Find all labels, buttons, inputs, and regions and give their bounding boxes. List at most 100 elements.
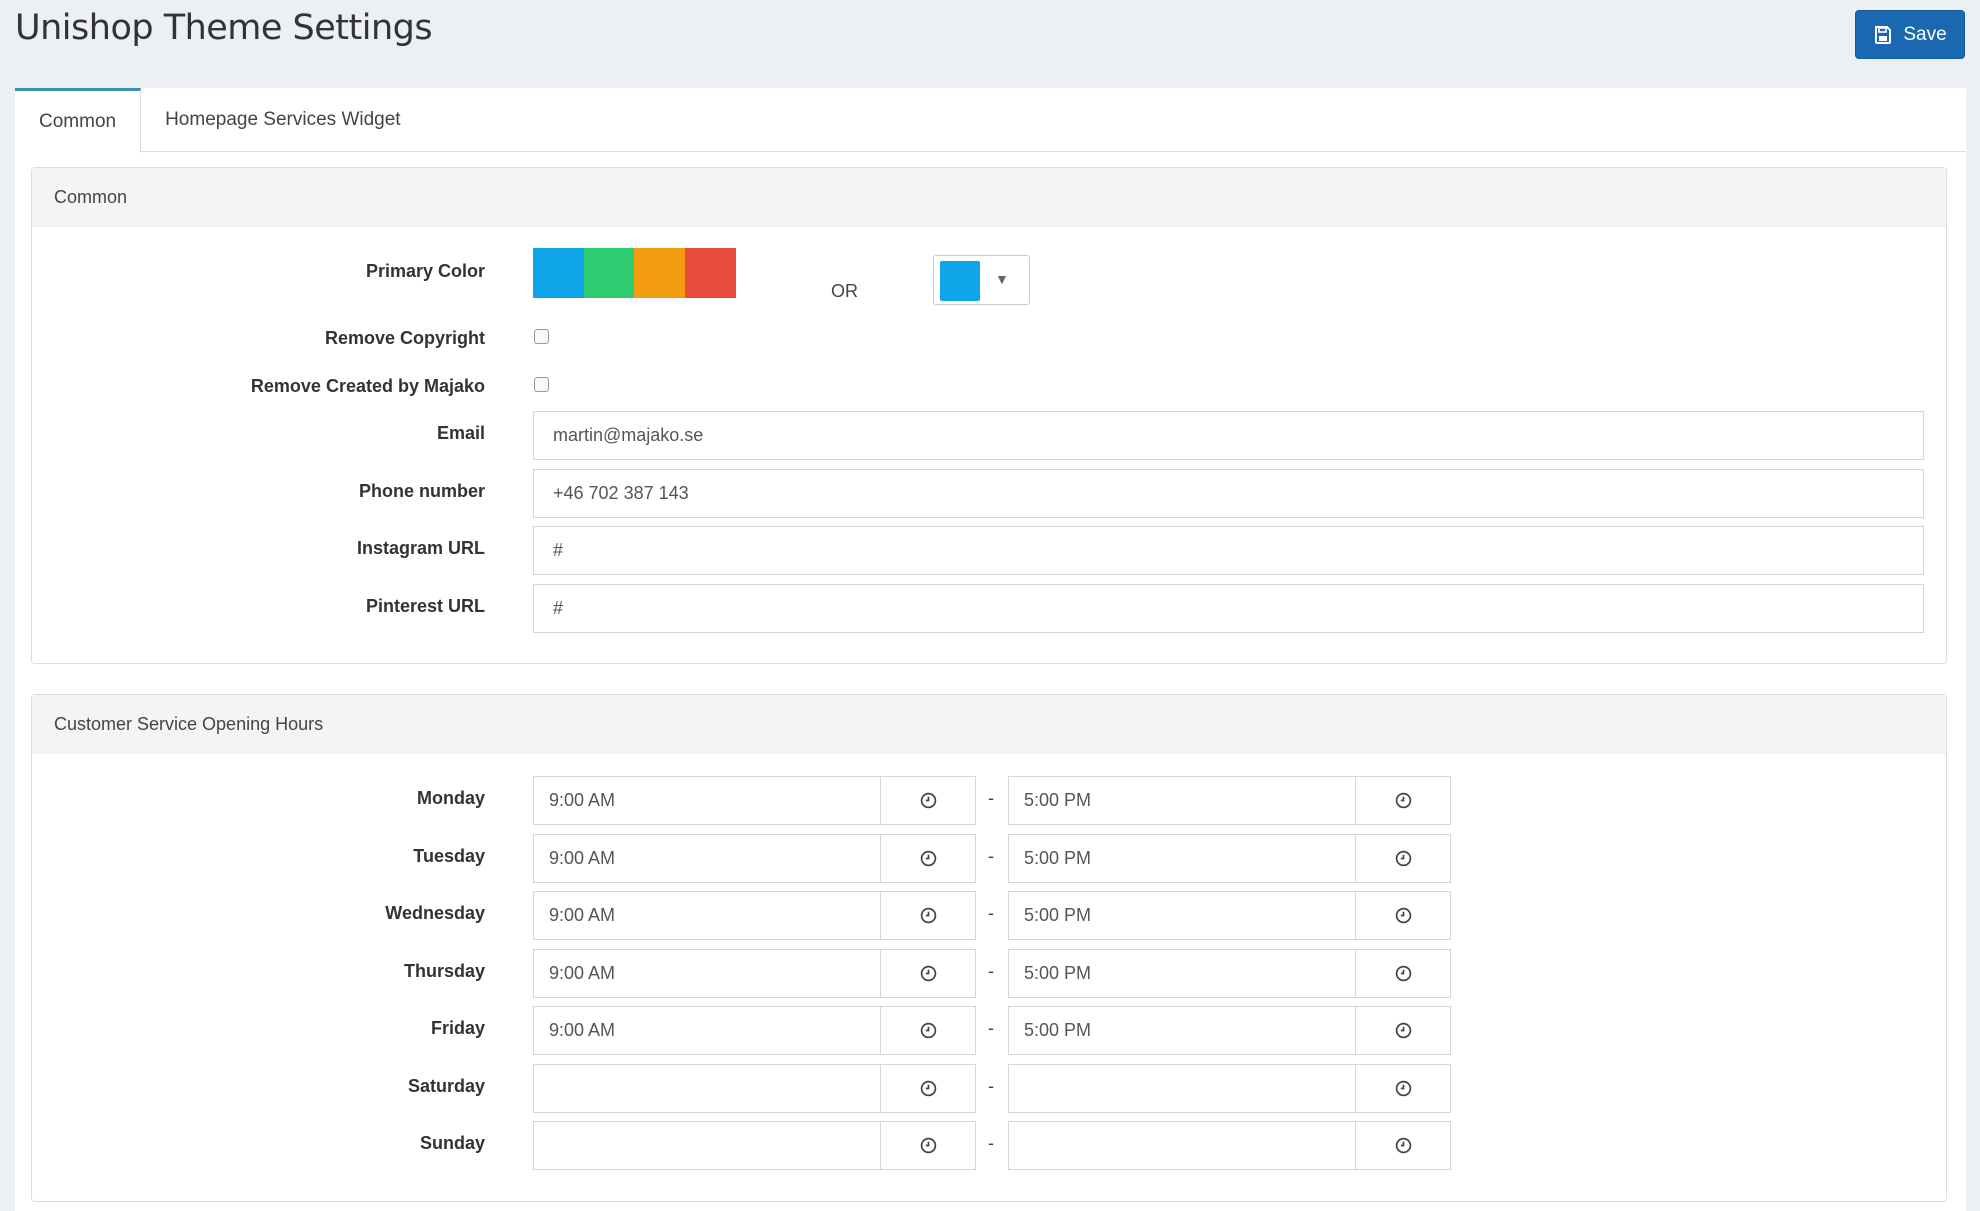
tab-common[interactable]: Common	[15, 88, 142, 153]
close-time-picker-button[interactable]	[1355, 777, 1450, 824]
close-time-value: 5:00 PM	[1024, 1020, 1092, 1040]
opening-hours-row: Friday 9:00 AM - 5:00 PM	[32, 1006, 1946, 1055]
close-time-input[interactable]: 5:00 PM	[1008, 948, 1451, 998]
opening-hours-row: Thursday 9:00 AM - 5:00 PM	[32, 948, 1946, 998]
opening-hours-row: Sunday -	[32, 1121, 1946, 1170]
day-label: Monday	[416, 788, 485, 808]
opening-hours-panel: Customer Service Opening Hours Monday 9:…	[31, 694, 1947, 1202]
day-label: Tuesday	[413, 845, 485, 866]
close-time-picker-button[interactable]	[1355, 1064, 1450, 1112]
pinterest-row: Pinterest URL #	[32, 584, 1946, 633]
open-time-picker-button[interactable]	[880, 1064, 975, 1112]
close-time-input[interactable]: 5:00 PM	[1008, 833, 1451, 883]
color-picker-dropdown[interactable]: ▼	[933, 255, 1030, 305]
opening-hours-row: Tuesday 9:00 AM - 5:00 PM	[32, 833, 1946, 883]
open-time-input[interactable]	[533, 1063, 976, 1113]
pinterest-label: Pinterest URL	[365, 596, 485, 616]
day-label: Sunday	[419, 1133, 485, 1153]
close-time-picker-button[interactable]	[1355, 949, 1450, 997]
open-time-value: 9:00 AM	[549, 847, 616, 868]
open-time-picker-button[interactable]	[880, 1122, 975, 1169]
open-time-picker-button[interactable]	[880, 777, 975, 824]
opening-hours-row: Wednesday 9:00 AM - 5:00 PM	[32, 891, 1946, 940]
clock-icon	[920, 965, 936, 981]
close-time-input[interactable]	[1008, 1063, 1451, 1113]
instagram-url-field[interactable]: #	[533, 526, 1924, 575]
email-field[interactable]: martin@majako.se	[533, 411, 1924, 460]
clock-icon	[920, 792, 936, 809]
open-time-value: 9:00 AM	[549, 790, 616, 810]
close-time-input[interactable]	[1008, 1121, 1451, 1170]
common-panel: Common Primary Color OR ▼ Remove Copyrig…	[31, 167, 1947, 664]
day-label: Wednesday	[385, 903, 485, 923]
instagram-row: Instagram URL #	[32, 526, 1946, 575]
open-time-value: 9:00 AM	[549, 905, 616, 925]
phone-field[interactable]: +46 702 387 143	[533, 469, 1924, 518]
clock-icon	[1395, 850, 1411, 866]
email-row: Email martin@majako.se	[32, 411, 1946, 460]
page-header: Unishop Theme Settings Save	[0, 0, 1980, 88]
email-label: Email	[436, 423, 485, 443]
color-swatch-red[interactable]	[685, 248, 736, 298]
day-label: Thursday	[403, 960, 485, 981]
close-time-picker-button[interactable]	[1355, 892, 1450, 939]
open-time-input[interactable]	[533, 1121, 976, 1170]
open-time-picker-button[interactable]	[880, 892, 975, 939]
page-title: Unishop Theme Settings	[15, 8, 433, 48]
time-range-separator: -	[988, 903, 994, 923]
clock-icon	[1395, 1022, 1411, 1039]
close-time-value: 5:00 PM	[1024, 790, 1092, 810]
time-range-separator: -	[988, 1133, 994, 1153]
opening-hours-row: Monday 9:00 AM - 5:00 PM	[32, 776, 1946, 825]
clock-icon	[920, 850, 936, 866]
clock-icon	[1395, 1137, 1411, 1154]
remove-copyright-label: Remove Copyright	[324, 328, 485, 348]
clock-icon	[1395, 907, 1411, 924]
primary-color-row: Primary Color OR ▼	[32, 248, 1946, 305]
close-time-value: 5:00 PM	[1024, 905, 1092, 925]
clock-icon	[920, 1080, 936, 1096]
close-time-input[interactable]: 5:00 PM	[1008, 1006, 1451, 1055]
pinterest-url-field[interactable]: #	[533, 584, 1924, 633]
day-label: Saturday	[407, 1075, 485, 1096]
day-label: Friday	[430, 1018, 485, 1038]
close-time-value: 5:00 PM	[1024, 962, 1092, 983]
open-time-value: 9:00 AM	[549, 962, 616, 983]
settings-tab-container: Common Homepage Services Widget Common P…	[15, 88, 1966, 1211]
phone-label: Phone number	[358, 481, 485, 501]
time-range-separator: -	[988, 788, 994, 808]
open-time-input[interactable]: 9:00 AM	[533, 948, 976, 998]
close-time-picker-button[interactable]	[1355, 834, 1450, 882]
color-swatch-orange[interactable]	[634, 248, 685, 298]
open-time-value: 9:00 AM	[549, 1020, 616, 1040]
clock-icon	[920, 907, 936, 924]
time-range-separator: -	[988, 960, 994, 981]
open-time-input[interactable]: 9:00 AM	[533, 1006, 976, 1055]
remove-copyright-checkbox[interactable]	[534, 329, 549, 344]
remove-created-label: Remove Created by Majako	[250, 376, 485, 396]
time-range-separator: -	[988, 1018, 994, 1038]
clock-icon	[1395, 965, 1411, 981]
color-swatch-blue[interactable]	[533, 248, 584, 298]
primary-color-label: Primary Color	[365, 261, 485, 281]
open-time-picker-button[interactable]	[880, 834, 975, 882]
open-time-input[interactable]: 9:00 AM	[533, 891, 976, 940]
save-button[interactable]: Save	[1855, 10, 1965, 59]
tab-homepage-services-widget[interactable]: Homepage Services Widget	[141, 88, 425, 152]
open-time-input[interactable]: 9:00 AM	[533, 776, 976, 825]
selected-color-chip	[940, 261, 980, 301]
close-time-picker-button[interactable]	[1355, 1122, 1450, 1169]
close-time-input[interactable]: 5:00 PM	[1008, 891, 1451, 940]
instagram-label: Instagram URL	[356, 538, 485, 558]
remove-copyright-row: Remove Copyright	[32, 323, 1946, 353]
common-panel-heading: Common	[32, 168, 1946, 227]
open-time-picker-button[interactable]	[880, 1007, 975, 1054]
open-time-input[interactable]: 9:00 AM	[533, 833, 976, 883]
close-time-picker-button[interactable]	[1355, 1007, 1450, 1054]
floppy-disk-icon	[1875, 25, 1892, 44]
color-swatch-green[interactable]	[584, 248, 635, 298]
clock-icon	[1395, 792, 1411, 809]
open-time-picker-button[interactable]	[880, 949, 975, 997]
close-time-input[interactable]: 5:00 PM	[1008, 776, 1451, 825]
remove-created-checkbox[interactable]	[534, 377, 549, 392]
